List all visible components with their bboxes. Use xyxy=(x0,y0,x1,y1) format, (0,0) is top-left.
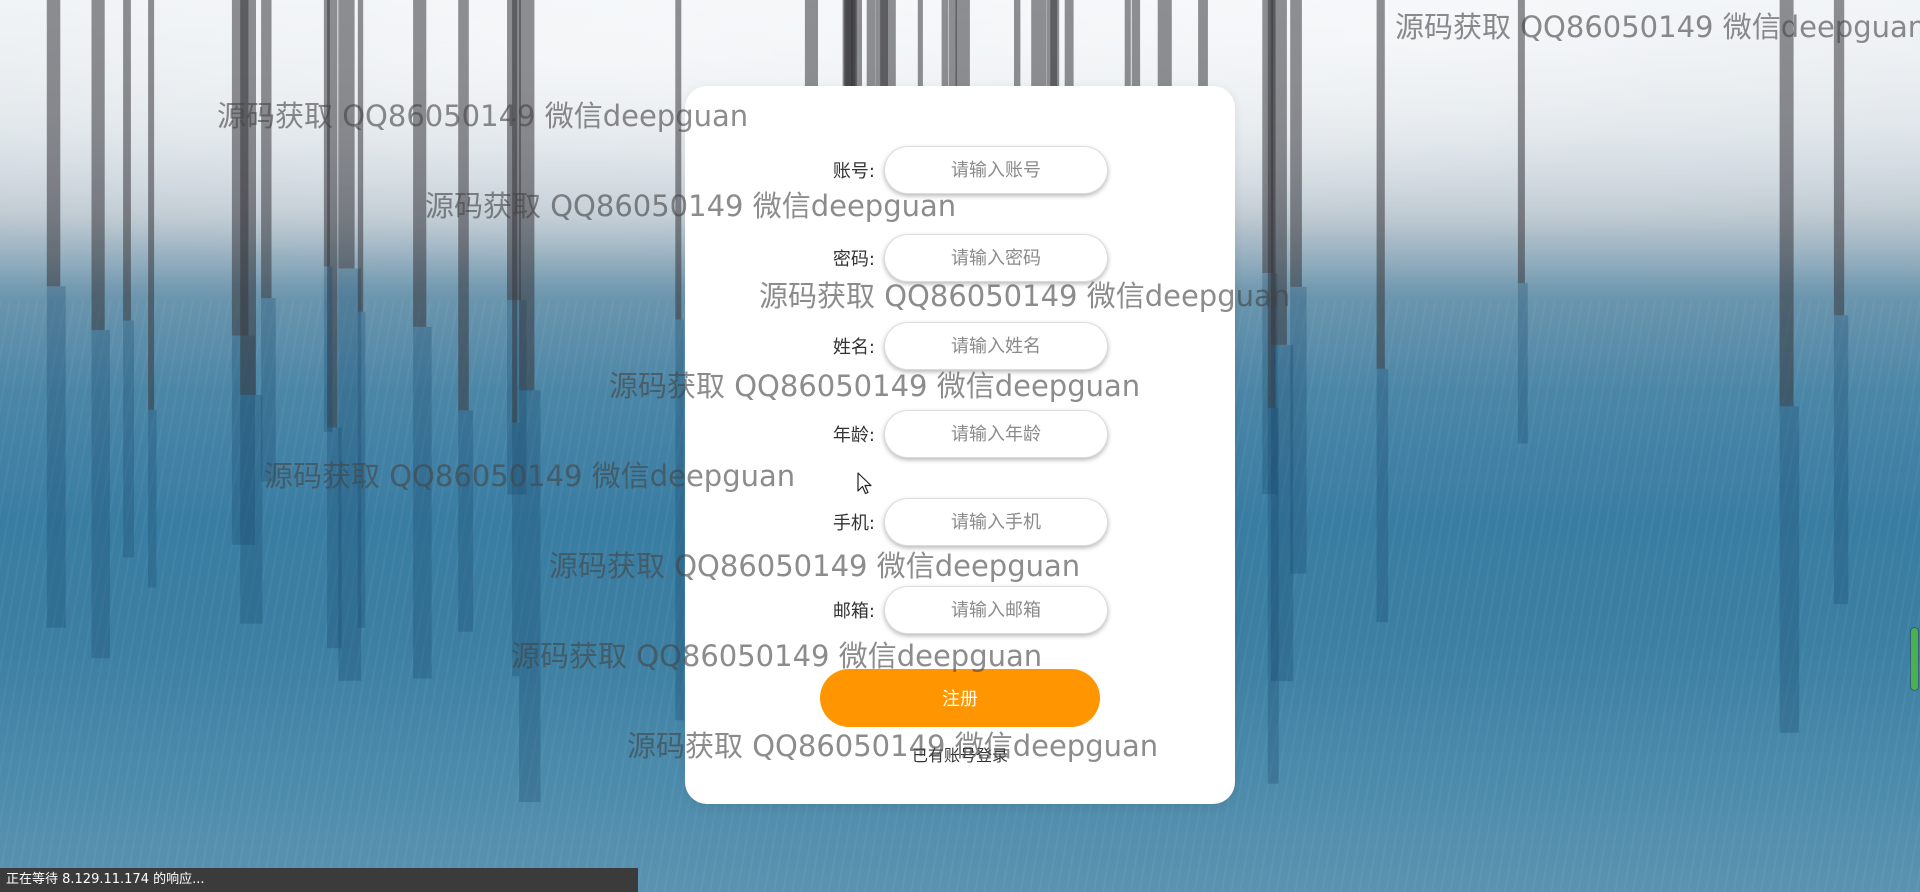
name-row: 姓名: xyxy=(685,322,1235,374)
tree-trunk xyxy=(323,0,330,267)
tree-trunk xyxy=(519,0,535,391)
account-row: 账号: xyxy=(685,146,1235,198)
register-card: 账号: 密码: 姓名: 年龄: 手机: 邮箱: 注册 已有账号登录 xyxy=(685,86,1235,804)
tree-trunk xyxy=(148,0,155,410)
tree-reflection xyxy=(1517,283,1528,444)
email-input[interactable] xyxy=(884,586,1108,634)
tree-reflection xyxy=(1376,368,1389,623)
tree-trunk xyxy=(1833,0,1845,316)
tree-reflection xyxy=(675,319,684,721)
tree-reflection xyxy=(458,410,474,632)
tree-reflection xyxy=(1271,344,1294,682)
tree-trunk xyxy=(675,0,682,320)
tree-trunk xyxy=(1517,0,1525,284)
tree-trunk xyxy=(458,0,469,411)
name-label: 姓名: xyxy=(832,337,875,358)
tree-reflection xyxy=(512,422,520,677)
login-link[interactable]: 已有账号登录 xyxy=(685,742,1235,766)
phone-input[interactable] xyxy=(884,498,1108,546)
tree-trunk xyxy=(1779,0,1794,407)
tree-reflection xyxy=(413,326,432,679)
tree-trunk xyxy=(1271,0,1287,345)
tree-reflection xyxy=(240,394,263,624)
tree-trunk xyxy=(91,0,105,331)
tree-reflection xyxy=(123,320,134,558)
register-button[interactable]: 注册 xyxy=(820,669,1100,727)
password-label: 密码: xyxy=(832,249,875,270)
tree-reflection xyxy=(46,286,66,628)
tree-reflection xyxy=(148,409,157,588)
tree-trunk xyxy=(413,0,427,327)
phone-label: 手机: xyxy=(832,513,875,534)
page-background: 账号: 密码: 姓名: 年龄: 手机: 邮箱: 注册 已有账号登录 源码获取 Q… xyxy=(0,0,1920,892)
tree-trunk xyxy=(1376,0,1385,369)
tree-trunk xyxy=(338,0,355,269)
tree-trunk xyxy=(512,0,518,423)
tree-reflection xyxy=(327,427,342,649)
age-label: 年龄: xyxy=(832,425,875,446)
name-input[interactable] xyxy=(884,322,1108,370)
tree-reflection xyxy=(1833,315,1849,605)
browser-status-bar: 正在等待 8.129.11.174 的响应... xyxy=(0,868,638,892)
password-input[interactable] xyxy=(884,234,1108,282)
tree-reflection xyxy=(519,390,541,803)
password-row: 密码: xyxy=(685,234,1235,286)
tree-trunk xyxy=(357,0,364,312)
account-label: 账号: xyxy=(832,161,875,182)
tree-reflection xyxy=(357,311,366,628)
tree-reflection xyxy=(1779,406,1800,733)
tree-trunk xyxy=(46,0,61,287)
tree-reflection xyxy=(323,266,333,432)
age-input[interactable] xyxy=(884,410,1108,458)
age-row: 年龄: xyxy=(685,410,1235,462)
scrollbar-thumb[interactable] xyxy=(1911,628,1918,690)
mouse-pointer-icon xyxy=(857,472,872,495)
email-label: 邮箱: xyxy=(832,601,875,622)
tree-reflection xyxy=(261,298,276,482)
tree-trunk xyxy=(1290,0,1302,287)
phone-row: 手机: xyxy=(685,498,1235,550)
email-row: 邮箱: xyxy=(685,586,1235,638)
tree-reflection xyxy=(338,268,362,681)
tree-reflection xyxy=(91,330,110,659)
tree-trunk xyxy=(240,0,256,395)
tree-trunk xyxy=(261,0,272,299)
tree-trunk xyxy=(123,0,131,321)
account-input[interactable] xyxy=(884,146,1108,194)
